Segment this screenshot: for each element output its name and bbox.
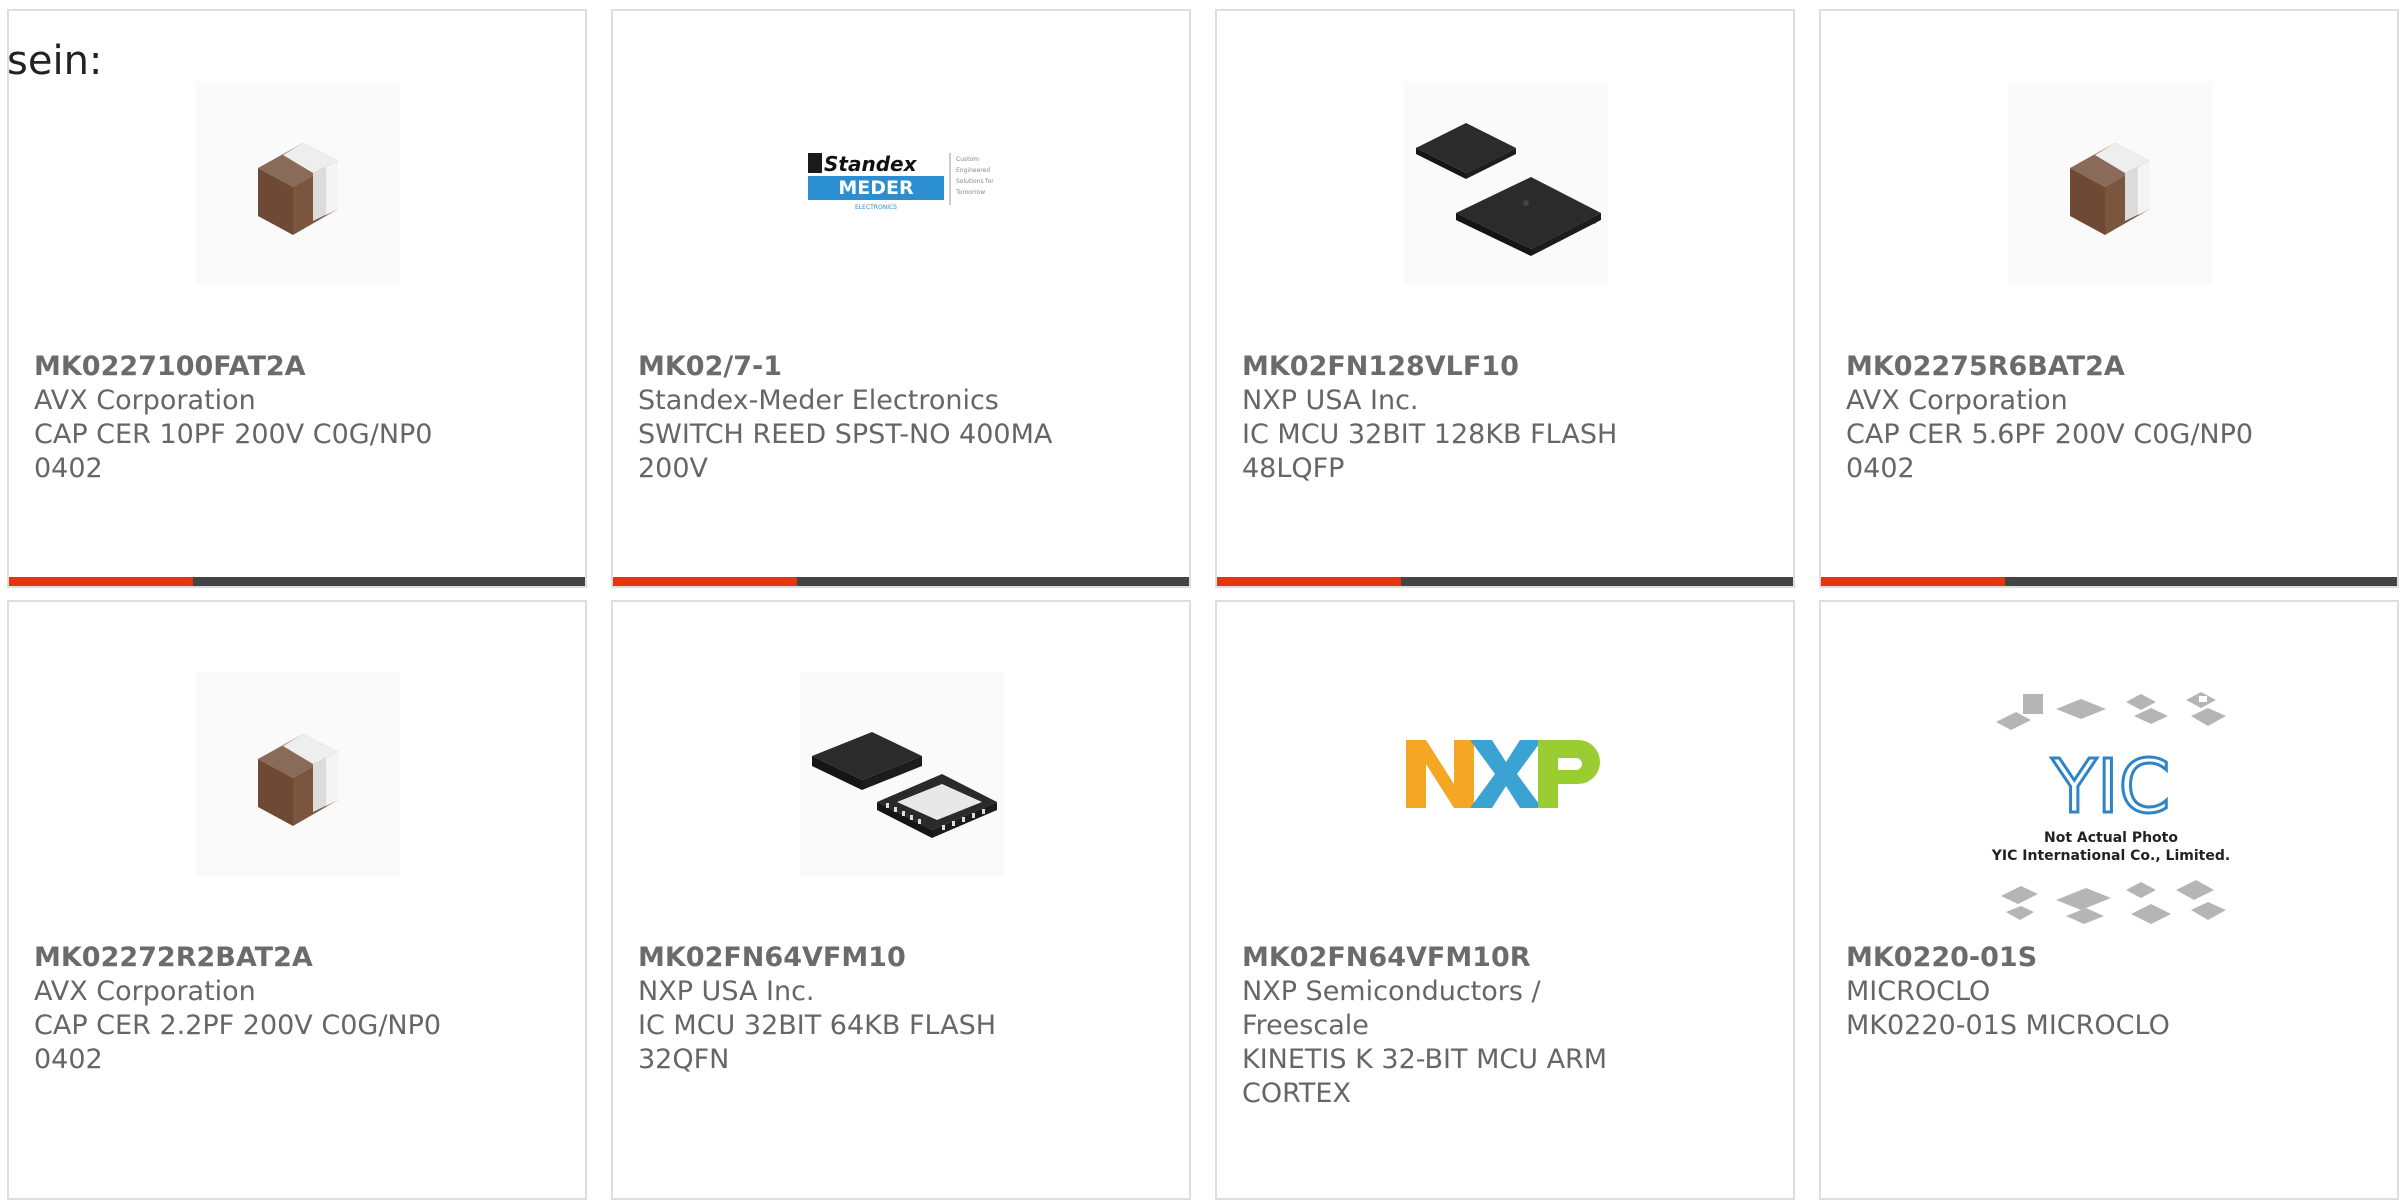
nxp-text: NXP xyxy=(1504,811,1509,813)
manufacturer: NXP USA Inc. xyxy=(638,976,815,1007)
manufacturer: AVX Corporation xyxy=(34,976,256,1007)
description: KINETIS K 32-BIT MCU ARM xyxy=(1242,1044,1608,1075)
part-number[interactable]: MK02FN64VFM10 xyxy=(638,941,1058,975)
manufacturer: Standex-Meder Electronics xyxy=(638,385,999,416)
capacitor-image[interactable] xyxy=(196,672,400,876)
tagline-3: Solutions for xyxy=(956,178,994,185)
card-accent-bar xyxy=(9,577,193,586)
product-card[interactable]: MK0227100FAT2A AVX Corporation CAP CER 1… xyxy=(7,9,587,588)
qfn-chip-image[interactable] xyxy=(800,672,1004,876)
description: CAP CER 2.2PF 200V C0G/NP0 xyxy=(34,1010,442,1041)
product-info: MK02FN128VLF10 NXP USA Inc. IC MCU 32BIT… xyxy=(1242,350,1662,486)
description: SWITCH REED SPST-NO 400MA xyxy=(638,419,1053,450)
card-bottom-bar xyxy=(1821,577,2397,586)
description-line2: 32QFN xyxy=(638,1044,730,1075)
nxp-logo[interactable]: NXP xyxy=(1404,672,1608,876)
part-number[interactable]: MK02/7-1 xyxy=(638,350,1058,384)
product-card[interactable]: MK02272R2BAT2A AVX Corporation CAP CER 2… xyxy=(7,600,587,1200)
manufacturer: AVX Corporation xyxy=(34,385,256,416)
card-accent-bar xyxy=(1821,577,2005,586)
product-card[interactable]: NXP MK02FN64VFM10R NXP Semiconductors / … xyxy=(1215,600,1795,1200)
description: IC MCU 32BIT 64KB FLASH xyxy=(638,1010,997,1041)
product-card[interactable]: MK02FN128VLF10 NXP USA Inc. IC MCU 32BIT… xyxy=(1215,9,1795,588)
not-actual-photo-text: Not Actual Photo xyxy=(2044,830,2178,846)
description-line2: 0402 xyxy=(34,453,103,484)
part-number[interactable]: MK0227100FAT2A xyxy=(34,350,454,384)
yic-placeholder-image[interactable]: YIC Not Actual Photo YIC International C… xyxy=(1986,684,2236,934)
product-card[interactable]: MK02275R6BAT2A AVX Corporation CAP CER 5… xyxy=(1819,9,2399,588)
card-bottom-bar xyxy=(613,577,1189,586)
lqfp-chip-image[interactable] xyxy=(1404,81,1608,285)
product-card[interactable]: MK02FN64VFM10 NXP USA Inc. IC MCU 32BIT … xyxy=(611,600,1191,1200)
product-card[interactable]: YIC Not Actual Photo YIC International C… xyxy=(1819,600,2399,1200)
card-bottom-bar xyxy=(9,577,585,586)
capacitor-image[interactable] xyxy=(2008,81,2212,285)
card-bottom-bar xyxy=(1217,577,1793,586)
tagline-1: Custom xyxy=(956,156,979,163)
product-card[interactable]: Standex MEDER ELECTRONICS Custom Enginee… xyxy=(611,9,1191,588)
description: IC MCU 32BIT 128KB FLASH xyxy=(1242,419,1618,450)
tagline-4: Tomorrow xyxy=(955,189,985,196)
description: CAP CER 10PF 200V C0G/NP0 xyxy=(34,419,433,450)
product-info: MK02FN64VFM10R NXP Semiconductors / Free… xyxy=(1242,941,1662,1111)
electronics-word: ELECTRONICS xyxy=(855,204,897,211)
manufacturer: NXP USA Inc. xyxy=(1242,385,1419,416)
product-grid: MK0227100FAT2A AVX Corporation CAP CER 1… xyxy=(7,9,2400,1200)
card-accent-bar xyxy=(613,577,797,586)
description-line2: 0402 xyxy=(34,1044,103,1075)
manufacturer: AVX Corporation xyxy=(1846,385,2068,416)
product-info: MK02/7-1 Standex-Meder Electronics SWITC… xyxy=(638,350,1058,486)
manufacturer: MICROCLO xyxy=(1846,976,1991,1007)
card-accent-bar xyxy=(1217,577,1401,586)
product-info: MK02275R6BAT2A AVX Corporation CAP CER 5… xyxy=(1846,350,2266,486)
yic-mark: YIC xyxy=(2051,744,2171,830)
description: CAP CER 5.6PF 200V C0G/NP0 xyxy=(1846,419,2254,450)
description: MK0220-01S MICROCLO xyxy=(1846,1010,2170,1041)
intro-text: sein: xyxy=(7,38,103,84)
description-line2: 48LQFP xyxy=(1242,453,1345,484)
manufacturer: NXP Semiconductors / Freescale xyxy=(1242,976,1541,1041)
product-info: MK0227100FAT2A AVX Corporation CAP CER 1… xyxy=(34,350,454,486)
description-line2: 200V xyxy=(638,453,709,484)
standex-word: Standex xyxy=(824,152,918,176)
part-number[interactable]: MK02FN128VLF10 xyxy=(1242,350,1662,384)
part-number[interactable]: MK02272R2BAT2A xyxy=(34,941,454,975)
tagline-2: Engineered xyxy=(956,167,990,174)
product-info: MK0220-01S MICROCLO MK0220-01S MICROCLO xyxy=(1846,941,2266,1043)
description-line2: 0402 xyxy=(1846,453,1915,484)
capacitor-image[interactable] xyxy=(196,81,400,285)
part-number[interactable]: MK0220-01S xyxy=(1846,941,2266,975)
product-info: MK02FN64VFM10 NXP USA Inc. IC MCU 32BIT … xyxy=(638,941,1058,1077)
part-number[interactable]: MK02FN64VFM10R xyxy=(1242,941,1662,975)
yic-company-text: YIC International Co., Limited. xyxy=(1991,848,2230,864)
meder-word: MEDER xyxy=(838,177,914,199)
product-info: MK02272R2BAT2A AVX Corporation CAP CER 2… xyxy=(34,941,454,1077)
description-line2: CORTEX xyxy=(1242,1078,1351,1109)
standex-meder-logo[interactable]: Standex MEDER ELECTRONICS Custom Enginee… xyxy=(800,81,1004,285)
part-number[interactable]: MK02275R6BAT2A xyxy=(1846,350,2266,384)
